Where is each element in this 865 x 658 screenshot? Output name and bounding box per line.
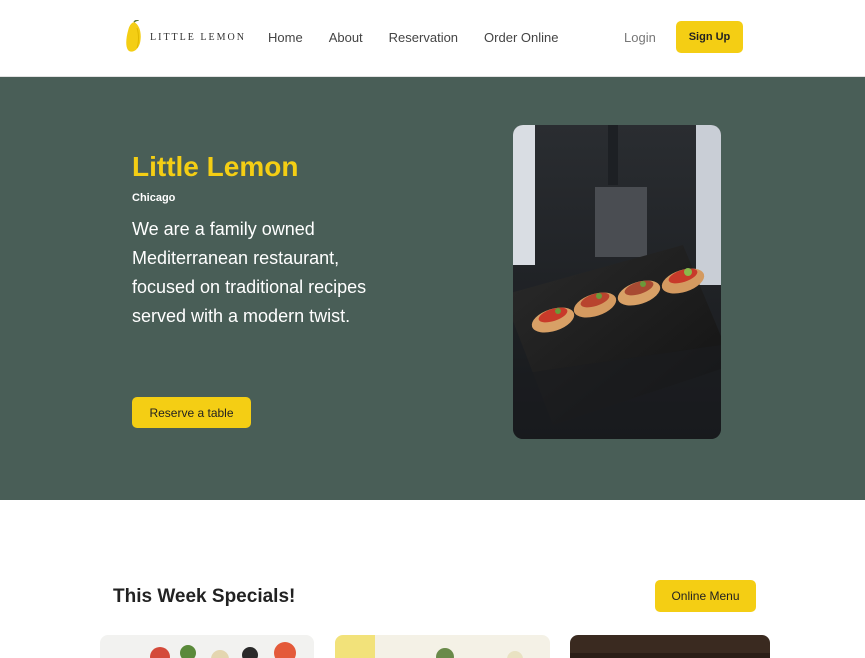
special-card-lemon-dessert[interactable]: [570, 635, 770, 658]
hero-image: [513, 125, 721, 439]
nav-link-reservation[interactable]: Reservation: [389, 30, 458, 45]
nav-links: Home About Reservation Order Online: [268, 30, 584, 45]
lemon-icon: [126, 20, 141, 52]
online-menu-button[interactable]: Online Menu: [655, 580, 756, 612]
hero-description: We are a family owned Mediterranean rest…: [132, 219, 367, 326]
hero-title: Little Lemon: [132, 151, 299, 182]
special-card-bruschetta[interactable]: [335, 635, 550, 658]
signup-button[interactable]: Sign Up: [676, 21, 743, 53]
reserve-table-button[interactable]: Reserve a table: [132, 397, 251, 428]
nav-link-about[interactable]: About: [329, 30, 363, 45]
hero-subtitle: Chicago: [132, 192, 176, 204]
login-link[interactable]: Login: [624, 30, 656, 45]
nav-link-order-online[interactable]: Order Online: [484, 30, 558, 45]
logo[interactable]: LITTLE LEMON: [125, 20, 246, 54]
logo-text: LITTLE LEMON: [150, 31, 246, 43]
hero-section: Little Lemon Chicago We are a family own…: [0, 77, 865, 500]
navbar: LITTLE LEMON Home About Reservation Orde…: [0, 0, 865, 77]
specials-title: This Week Specials!: [113, 586, 296, 607]
nav-link-home[interactable]: Home: [268, 30, 303, 45]
special-card-greek-salad[interactable]: [100, 635, 314, 658]
